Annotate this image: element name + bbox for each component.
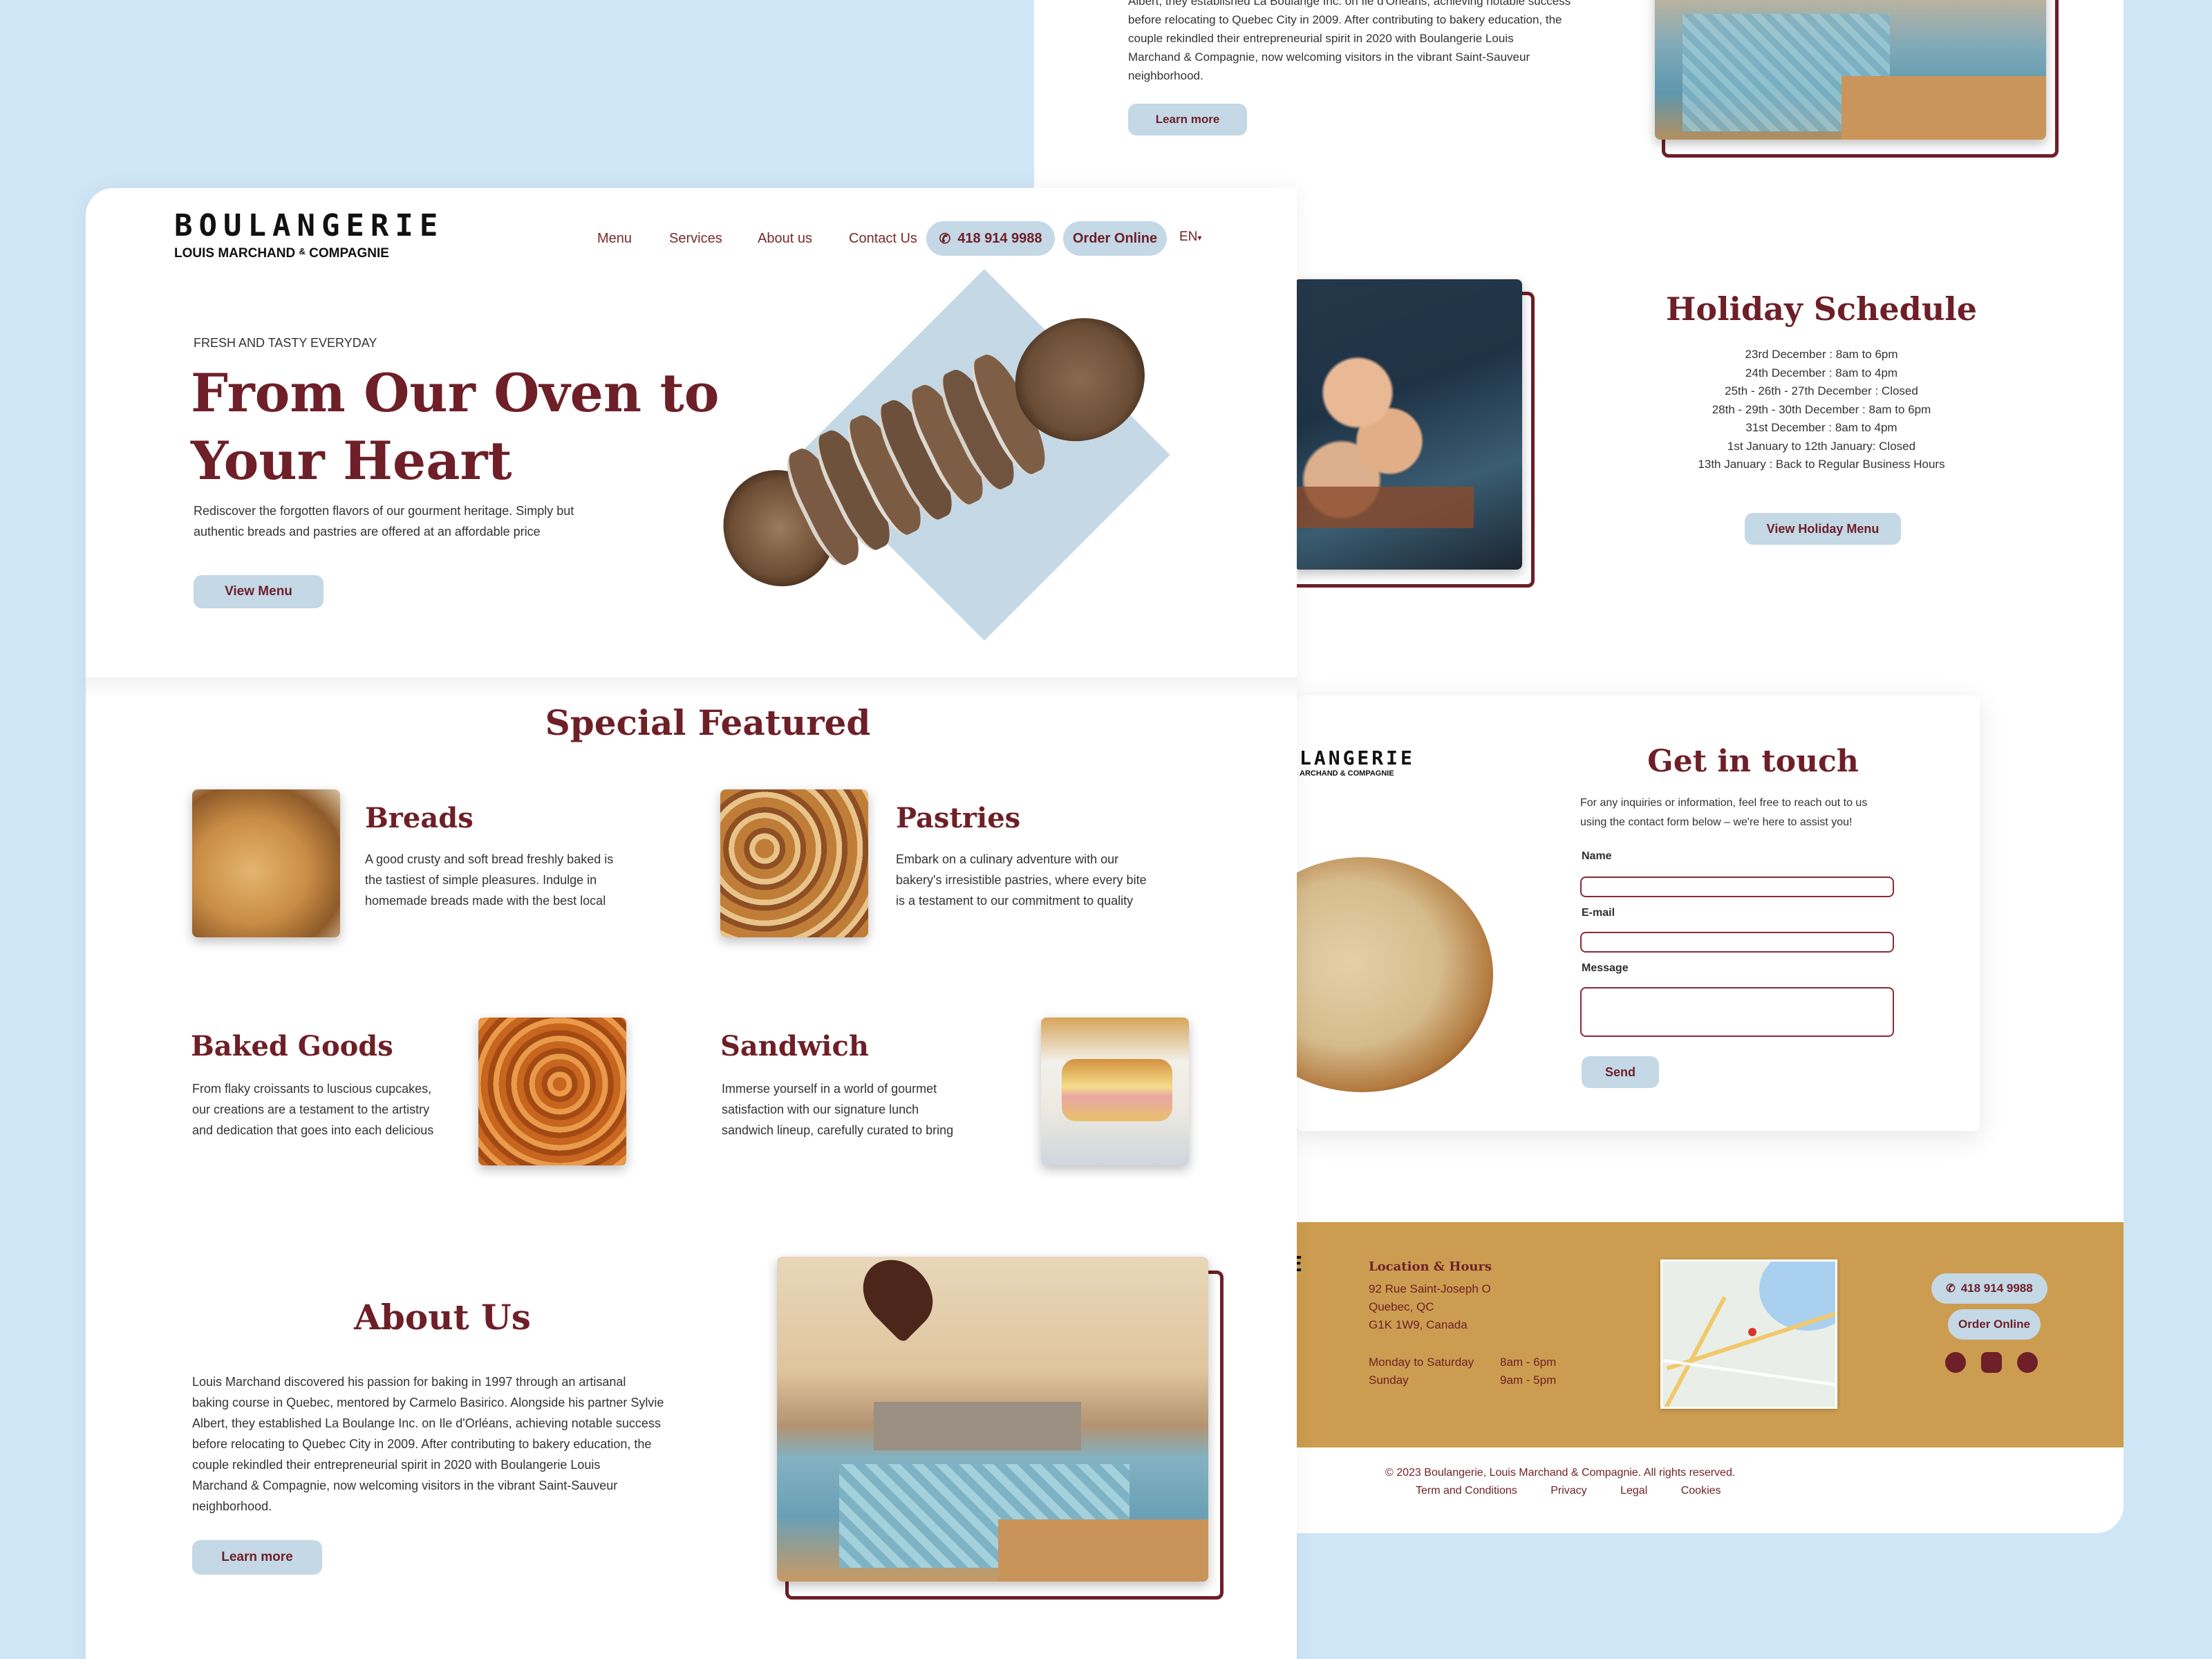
about-text: Louis Marchand discovered his passion fo…: [192, 1375, 664, 1513]
sandwich-photo: [1041, 1018, 1189, 1165]
privacy-link[interactable]: Privacy: [1550, 1485, 1586, 1497]
email-input[interactable]: [1580, 932, 1894, 953]
phone-icon: ✆: [939, 231, 951, 247]
footer-phone-button[interactable]: ✆ 418 914 9988: [1931, 1273, 2047, 1304]
nav-services[interactable]: Services: [669, 231, 722, 247]
view-menu-button[interactable]: View Menu: [194, 575, 324, 608]
pastries-description: Embark on a culinary adventure with our …: [896, 852, 1147, 908]
baked-goods-title: Baked Goods: [191, 1030, 393, 1062]
breads-title: Breads: [365, 802, 474, 834]
breads-description: A good crusty and soft bread freshly bak…: [365, 852, 614, 908]
sandwich-title: Sandwich: [720, 1030, 869, 1062]
legal-link[interactable]: Legal: [1620, 1485, 1647, 1497]
hero-description: Rediscover the forgotten flavors of our …: [194, 504, 574, 538]
footer-order-button[interactable]: Order Online: [1948, 1309, 2041, 1340]
holiday-schedule-list: 23rd December : 8am to 6pm 24th December…: [1698, 348, 1945, 471]
baked-goods-photo: [478, 1018, 626, 1165]
contact-intro: For any inquiries or information, feel f…: [1580, 797, 1868, 828]
contact-title: Get in touch: [1647, 744, 1859, 779]
pinterest-icon[interactable]: [2017, 1352, 2038, 1373]
phone-icon: ✆: [1946, 1283, 1956, 1295]
message-textarea[interactable]: [1580, 987, 1894, 1037]
copyright-text: © 2023 Boulangerie, Louis Marchand & Com…: [1385, 1467, 1736, 1479]
nav-menu[interactable]: Menu: [597, 231, 632, 247]
footer-address: 92 Rue Saint-Joseph O Quebec, QC G1K 1W9…: [1369, 1282, 1491, 1331]
hero-eyebrow: FRESH AND TASTY EVERYDAY: [194, 336, 377, 350]
breads-photo: [192, 789, 340, 937]
instagram-icon[interactable]: [1981, 1352, 2002, 1373]
pastries-photo: [720, 789, 868, 937]
facebook-icon[interactable]: [1945, 1352, 1966, 1373]
sandwich-description: Immerse yourself in a world of gourmet s…: [722, 1082, 954, 1137]
featured-title: Special Featured: [545, 702, 871, 743]
name-label: Name: [1582, 850, 1612, 862]
view-holiday-menu-button[interactable]: View Holiday Menu: [1745, 513, 1901, 545]
nav-contact[interactable]: Contact Us: [849, 231, 917, 247]
about-cafe-photo: [777, 1257, 1208, 1582]
footer-map[interactable]: [1660, 1259, 1837, 1409]
terms-link[interactable]: Term and Conditions: [1416, 1485, 1517, 1497]
top-cafe-photo: [1655, 0, 2046, 140]
order-online-button[interactable]: Order Online: [1063, 221, 1167, 256]
top-about-text: Albert, they established La Boulange Inc…: [1128, 0, 1571, 82]
contact-logo-fragment: LANGERIE ARCHAND & COMPAGNIE: [1300, 747, 1415, 778]
email-label: E-mail: [1582, 907, 1615, 919]
brand-subtitle: LOUIS MARCHAND & COMPAGNIE: [174, 246, 389, 261]
cookies-link[interactable]: Cookies: [1681, 1485, 1721, 1497]
chevron-down-icon: ▾: [1197, 233, 1202, 243]
holiday-cookies-photo: [1294, 279, 1522, 570]
message-label: Message: [1582, 962, 1629, 974]
nav-about[interactable]: About us: [758, 231, 812, 247]
brand-name: BOULANGERIE: [174, 208, 444, 243]
footer-hours: Monday to Saturday 8am - 6pm Sunday 9am - …: [1369, 1356, 1557, 1387]
hero-title: From Our Oven to Your Heart: [191, 362, 720, 491]
location-heading: Location & Hours: [1369, 1259, 1492, 1274]
language-selector[interactable]: EN▾: [1179, 229, 1201, 245]
baked-goods-description: From flaky croissants to luscious cupcak…: [192, 1082, 434, 1137]
send-button[interactable]: Send: [1582, 1056, 1659, 1088]
name-input[interactable]: [1580, 877, 1894, 897]
holiday-title: Holiday Schedule: [1665, 290, 1978, 328]
about-learn-more-button[interactable]: Learn more: [192, 1540, 322, 1575]
pastries-title: Pastries: [896, 802, 1021, 834]
nav-phone-button[interactable]: ✆ 418 914 9988: [926, 221, 1055, 256]
top-learn-more-button[interactable]: Learn more: [1128, 104, 1247, 135]
footer-links: Term and Conditions Privacy Legal Cookie…: [1416, 1485, 1721, 1497]
brand-logo[interactable]: BOULANGERIE LOUIS MARCHAND & COMPAGNIE: [174, 207, 444, 261]
section-divider: [86, 677, 1297, 698]
about-title: About Us: [354, 1297, 531, 1338]
map-pin-icon: [1748, 1328, 1756, 1336]
